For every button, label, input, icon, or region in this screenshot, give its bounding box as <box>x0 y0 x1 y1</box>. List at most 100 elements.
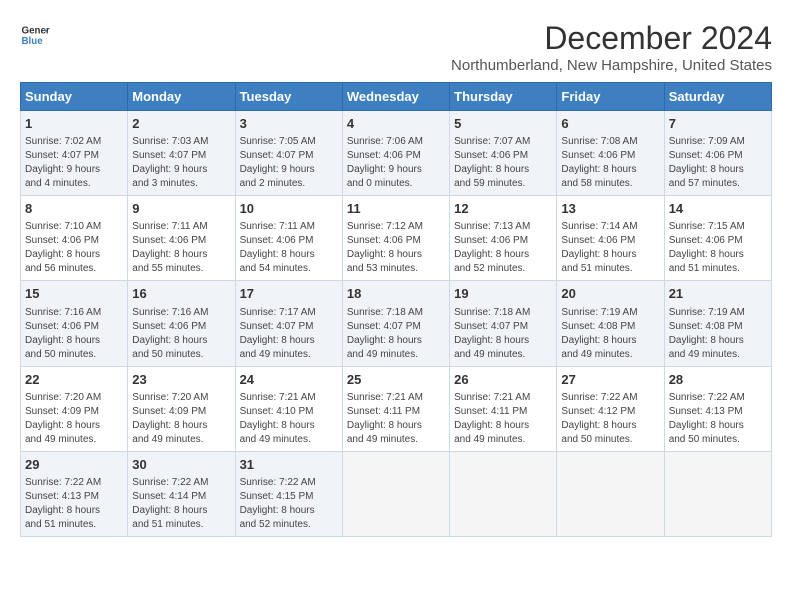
calendar-cell <box>450 451 557 536</box>
day-number: 7 <box>669 115 767 133</box>
day-number: 20 <box>561 285 659 303</box>
calendar-cell: 29 Sunrise: 7:22 AM Sunset: 4:13 PM Dayli… <box>21 451 128 536</box>
day-number: 8 <box>25 200 123 218</box>
day-info: Sunrise: 7:18 AM Sunset: 4:07 PM Dayligh… <box>454 306 552 362</box>
day-info: Sunrise: 7:21 AM Sunset: 4:10 PM Dayligh… <box>240 391 338 447</box>
calendar-cell: 26Sunrise: 7:21 AM Sunset: 4:11 PM Dayli… <box>450 366 557 451</box>
day-info: Sunrise: 7:22 AM Sunset: 4:12 PM Dayligh… <box>561 391 659 447</box>
calendar-week-row: 15 Sunrise: 7:16 AM Sunset: 4:06 PM Dayli… <box>21 281 772 366</box>
day-info: Sunrise: 7:19 AM Sunset: 4:08 PM Dayligh… <box>669 306 767 362</box>
calendar-cell <box>664 451 771 536</box>
weekday-header-cell: Thursday <box>450 83 557 111</box>
calendar-cell: 28 Sunrise: 7:22 AM Sunset: 4:13 PM Dayli… <box>664 366 771 451</box>
day-number: 23 <box>132 371 230 389</box>
svg-text:Blue: Blue <box>22 36 44 47</box>
calendar-cell: 8 Sunrise: 7:10 AM Sunset: 4:06 PM Daylig… <box>21 196 128 281</box>
weekday-header-cell: Friday <box>557 83 664 111</box>
calendar-cell: 14 Sunrise: 7:15 AM Sunset: 4:06 PM Dayli… <box>664 196 771 281</box>
day-info: Sunrise: 7:16 AM Sunset: 4:06 PM Dayligh… <box>132 306 230 362</box>
calendar-cell: 25 Sunrise: 7:21 AM Sunset: 4:11 PM Dayli… <box>342 366 449 451</box>
calendar-cell: 3Sunrise: 7:05 AM Sunset: 4:07 PM Daylig… <box>235 111 342 196</box>
title-block: December 2024 Northumberland, New Hampsh… <box>451 20 772 74</box>
day-number: 22 <box>25 371 123 389</box>
weekday-header-cell: Wednesday <box>342 83 449 111</box>
calendar-table: SundayMondayTuesdayWednesdayThursdayFrid… <box>20 82 772 537</box>
day-info: Sunrise: 7:06 AM Sunset: 4:06 PM Dayligh… <box>347 135 445 191</box>
day-info: Sunrise: 7:08 AM Sunset: 4:06 PM Dayligh… <box>561 135 659 191</box>
day-number: 26 <box>454 371 552 389</box>
day-info: Sunrise: 7:20 AM Sunset: 4:09 PM Dayligh… <box>25 391 123 447</box>
weekday-header-cell: Tuesday <box>235 83 342 111</box>
month-title: December 2024 <box>451 20 772 57</box>
day-info: Sunrise: 7:22 AM Sunset: 4:14 PM Dayligh… <box>132 476 230 532</box>
day-info: Sunrise: 7:22 AM Sunset: 4:13 PM Dayligh… <box>25 476 123 532</box>
day-number: 5 <box>454 115 552 133</box>
day-info: Sunrise: 7:22 AM Sunset: 4:13 PM Dayligh… <box>669 391 767 447</box>
calendar-week-row: 29 Sunrise: 7:22 AM Sunset: 4:13 PM Dayli… <box>21 451 772 536</box>
calendar-cell: 24 Sunrise: 7:21 AM Sunset: 4:10 PM Dayli… <box>235 366 342 451</box>
location-title: Northumberland, New Hampshire, United St… <box>451 57 772 74</box>
day-number: 29 <box>25 456 123 474</box>
day-number: 24 <box>240 371 338 389</box>
calendar-cell: 11 Sunrise: 7:12 AM Sunset: 4:06 PM Dayli… <box>342 196 449 281</box>
calendar-cell: 19 Sunrise: 7:18 AM Sunset: 4:07 PM Dayli… <box>450 281 557 366</box>
header: General Blue December 2024 Northumberlan… <box>20 20 772 74</box>
weekday-header-cell: Saturday <box>664 83 771 111</box>
calendar-cell: 18Sunrise: 7:18 AM Sunset: 4:07 PM Dayli… <box>342 281 449 366</box>
day-info: Sunrise: 7:15 AM Sunset: 4:06 PM Dayligh… <box>669 220 767 276</box>
calendar-week-row: 1 Sunrise: 7:02 AM Sunset: 4:07 PM Daylig… <box>21 111 772 196</box>
day-info: Sunrise: 7:22 AM Sunset: 4:15 PM Dayligh… <box>240 476 338 532</box>
calendar-cell: 5Sunrise: 7:07 AM Sunset: 4:06 PM Daylig… <box>450 111 557 196</box>
day-info: Sunrise: 7:11 AM Sunset: 4:06 PM Dayligh… <box>132 220 230 276</box>
day-info: Sunrise: 7:03 AM Sunset: 4:07 PM Dayligh… <box>132 135 230 191</box>
day-number: 11 <box>347 200 445 218</box>
day-info: Sunrise: 7:10 AM Sunset: 4:06 PM Dayligh… <box>25 220 123 276</box>
calendar-cell <box>557 451 664 536</box>
day-info: Sunrise: 7:09 AM Sunset: 4:06 PM Dayligh… <box>669 135 767 191</box>
day-number: 17 <box>240 285 338 303</box>
calendar-cell: 23 Sunrise: 7:20 AM Sunset: 4:09 PM Dayli… <box>128 366 235 451</box>
day-info: Sunrise: 7:11 AM Sunset: 4:06 PM Dayligh… <box>240 220 338 276</box>
day-info: Sunrise: 7:21 AM Sunset: 4:11 PM Dayligh… <box>347 391 445 447</box>
day-number: 25 <box>347 371 445 389</box>
calendar-cell: 9Sunrise: 7:11 AM Sunset: 4:06 PM Daylig… <box>128 196 235 281</box>
day-info: Sunrise: 7:13 AM Sunset: 4:06 PM Dayligh… <box>454 220 552 276</box>
calendar-cell: 15Sunrise: 7:16 AM Sunset: 4:06 PM Dayli… <box>21 281 128 366</box>
calendar-cell: 22 Sunrise: 7:20 AM Sunset: 4:09 PM Dayli… <box>21 366 128 451</box>
day-number: 14 <box>669 200 767 218</box>
day-number: 28 <box>669 371 767 389</box>
day-number: 13 <box>561 200 659 218</box>
calendar-cell <box>342 451 449 536</box>
day-number: 12 <box>454 200 552 218</box>
logo: General Blue <box>20 20 50 50</box>
day-number: 31 <box>240 456 338 474</box>
calendar-cell: 27Sunrise: 7:22 AM Sunset: 4:12 PM Dayli… <box>557 366 664 451</box>
calendar-body: 1 Sunrise: 7:02 AM Sunset: 4:07 PM Daylig… <box>21 111 772 537</box>
logo-icon: General Blue <box>20 20 50 50</box>
day-info: Sunrise: 7:20 AM Sunset: 4:09 PM Dayligh… <box>132 391 230 447</box>
day-number: 15 <box>25 285 123 303</box>
day-number: 19 <box>454 285 552 303</box>
day-info: Sunrise: 7:18 AM Sunset: 4:07 PM Dayligh… <box>347 306 445 362</box>
calendar-cell: 12 Sunrise: 7:13 AM Sunset: 4:06 PM Dayli… <box>450 196 557 281</box>
day-number: 1 <box>25 115 123 133</box>
calendar-cell: 30 Sunrise: 7:22 AM Sunset: 4:14 PM Dayli… <box>128 451 235 536</box>
calendar-cell: 4Sunrise: 7:06 AM Sunset: 4:06 PM Daylig… <box>342 111 449 196</box>
day-info: Sunrise: 7:02 AM Sunset: 4:07 PM Dayligh… <box>25 135 123 191</box>
day-info: Sunrise: 7:14 AM Sunset: 4:06 PM Dayligh… <box>561 220 659 276</box>
weekday-header-row: SundayMondayTuesdayWednesdayThursdayFrid… <box>21 83 772 111</box>
day-number: 16 <box>132 285 230 303</box>
weekday-header-cell: Monday <box>128 83 235 111</box>
day-info: Sunrise: 7:12 AM Sunset: 4:06 PM Dayligh… <box>347 220 445 276</box>
day-info: Sunrise: 7:05 AM Sunset: 4:07 PM Dayligh… <box>240 135 338 191</box>
calendar-cell: 10Sunrise: 7:11 AM Sunset: 4:06 PM Dayli… <box>235 196 342 281</box>
calendar-cell: 1 Sunrise: 7:02 AM Sunset: 4:07 PM Daylig… <box>21 111 128 196</box>
day-number: 30 <box>132 456 230 474</box>
calendar-cell: 16 Sunrise: 7:16 AM Sunset: 4:06 PM Dayli… <box>128 281 235 366</box>
day-number: 6 <box>561 115 659 133</box>
calendar-cell: 2Sunrise: 7:03 AM Sunset: 4:07 PM Daylig… <box>128 111 235 196</box>
calendar-cell: 31 Sunrise: 7:22 AM Sunset: 4:15 PM Dayli… <box>235 451 342 536</box>
day-info: Sunrise: 7:17 AM Sunset: 4:07 PM Dayligh… <box>240 306 338 362</box>
calendar-week-row: 22 Sunrise: 7:20 AM Sunset: 4:09 PM Dayli… <box>21 366 772 451</box>
calendar-cell: 6 Sunrise: 7:08 AM Sunset: 4:06 PM Daylig… <box>557 111 664 196</box>
